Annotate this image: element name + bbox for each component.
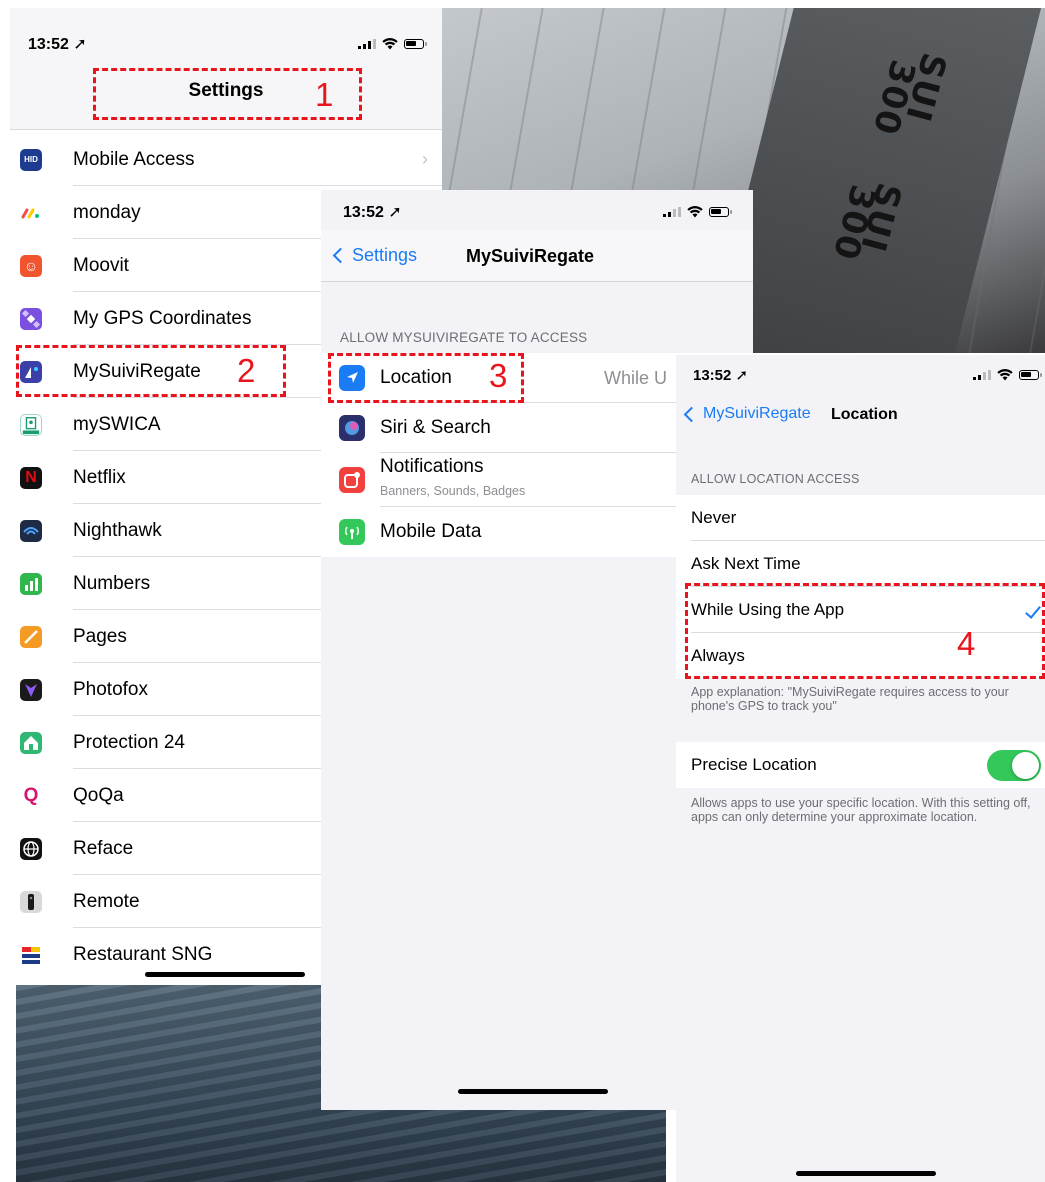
precise-location-label: Precise Location [691,755,817,774]
section-header: ALLOW LOCATION ACCESS [691,472,860,486]
list-item-label: Reface [73,837,134,859]
precise-location-toggle[interactable] [987,750,1041,781]
home-indicator[interactable] [796,1171,936,1176]
annotation-number-1: 1 [315,76,334,113]
annotation-number-4: 4 [957,625,976,662]
option-ask-next-time[interactable]: Ask Next Time [676,541,1045,587]
list-item-label: Moovit [73,254,129,276]
myswica-icon [20,413,42,436]
netflix-icon: N [20,466,42,489]
satellite-icon [20,307,42,330]
remote-icon [20,890,42,913]
option-label: Ask Next Time [691,554,801,573]
page-title: Location [831,406,898,423]
list-item-mobile-access[interactable]: HID Mobile Access › [10,133,442,186]
battery-icon [709,207,732,217]
nav-bar: MySuiviRegate Location [676,391,1045,439]
annotation-number-3: 3 [489,357,508,394]
precise-location-group: Precise Location [676,742,1045,788]
home-indicator[interactable] [458,1089,608,1094]
reface-icon [20,837,42,860]
list-item-label: My GPS Coordinates [73,307,252,329]
setting-label: Siri & Search [380,417,491,438]
list-item-label: Protection 24 [73,731,185,753]
wifi-icon [382,38,398,50]
location-screen: 13:52 ➚ MySuiviRegate Location ALLOW LOC… [676,355,1045,1182]
home-indicator[interactable] [145,972,305,977]
setting-value: While U [603,367,667,388]
list-item-label: Restaurant SNG [73,943,213,965]
battery-icon [404,39,427,49]
status-bar: 13:52 ➚ [676,355,1045,395]
status-time: 13:52 ➚ [343,204,402,221]
numbers-icon [20,572,42,595]
list-item-label: Numbers [73,572,151,594]
nav-bar: Settings MySuiviRegate [321,230,753,282]
precise-location-row: Precise Location [676,742,1045,788]
list-item-label: monday [73,201,141,223]
back-button-label: Settings [352,245,418,265]
setting-label: Mobile Data [380,521,482,542]
setting-label: Notifications [380,456,484,477]
back-button[interactable]: Settings [332,245,418,266]
list-item-label: Pages [73,625,127,647]
wifi-icon [997,369,1013,381]
moovit-icon: ☺ [20,254,42,277]
protection24-icon [20,731,42,754]
list-item-label: Netflix [73,466,126,488]
signal-icon [973,370,991,380]
siri-icon [339,415,365,441]
list-item-label: mySWICA [73,413,161,435]
battery-icon [1019,370,1042,380]
status-icons [973,369,1042,381]
list-item-label: QoQa [73,784,124,806]
status-time: 13:52 ➚ [28,36,87,53]
annotation-box-4 [685,583,1045,679]
monday-icon [20,201,42,224]
restaurant-sng-icon [20,943,42,966]
precise-location-note: Allows apps to use your specific locatio… [691,796,1031,824]
chevron-right-icon: › [422,149,428,169]
antenna-icon [339,519,365,545]
back-button[interactable]: MySuiviRegate [683,405,811,423]
signal-icon [663,207,681,217]
status-icons [358,38,427,50]
setting-sublabel: Banners, Sounds, Badges [380,484,526,498]
status-bar: 13:52 ➚ [321,192,753,232]
wifi-icon [687,206,703,218]
list-item-label: Mobile Access [73,148,195,170]
list-item-label: Nighthawk [73,519,162,541]
status-time: 13:52 ➚ [693,367,749,384]
notifications-icon [339,467,365,493]
qoqa-icon: Q [20,784,42,807]
option-label: Never [691,508,737,527]
list-item-label: Remote [73,890,140,912]
nighthawk-icon [20,519,42,542]
status-bar: 13:52 ➚ [10,24,442,64]
status-icons [663,206,732,218]
option-never[interactable]: Never [676,495,1045,541]
page-title: MySuiviRegate [466,246,595,266]
section-header: ALLOW MYSUIVIREGATE TO ACCESS [340,330,588,345]
pages-icon [20,625,42,648]
app-explanation: App explanation: "MySuiviRegate requires… [691,685,1009,713]
chevron-left-icon [683,406,700,422]
chevron-left-icon [332,247,349,264]
annotation-number-2: 2 [237,352,256,389]
photofox-icon [20,678,42,701]
back-button-label: MySuiviRegate [703,405,811,422]
hid-icon: HID [20,148,42,171]
signal-icon [358,39,376,49]
list-item-label: Photofox [73,678,148,700]
